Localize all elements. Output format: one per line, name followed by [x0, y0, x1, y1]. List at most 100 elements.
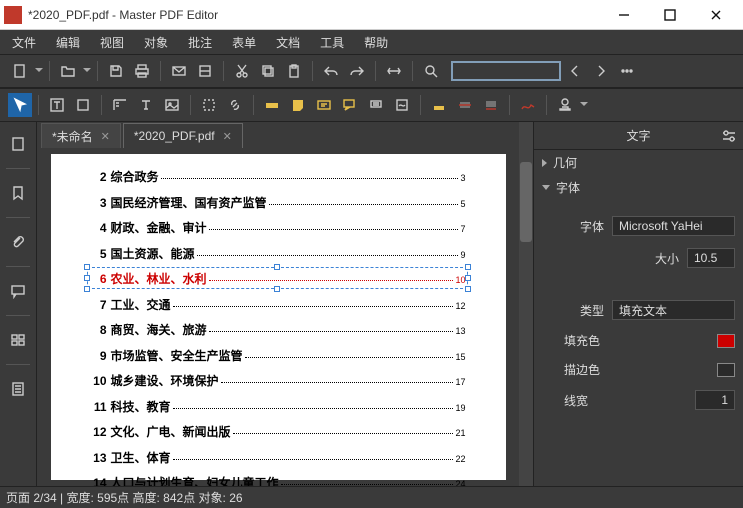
maximize-button[interactable]	[647, 0, 693, 30]
toc-row[interactable]: 8商贸、海关、旅游13	[91, 321, 466, 338]
open-button[interactable]	[56, 59, 80, 83]
resize-handle[interactable]	[84, 286, 90, 292]
toc-row[interactable]: 13卫生、体育22	[91, 449, 466, 466]
size-value[interactable]: 10.5	[687, 248, 735, 268]
dropdown-icon[interactable]	[35, 68, 43, 74]
resize-handle[interactable]	[274, 286, 280, 292]
text-tool[interactable]	[45, 93, 69, 117]
separator	[223, 61, 224, 81]
toc-page: 12	[455, 301, 465, 311]
ink-tool[interactable]	[516, 93, 540, 117]
stamp-dropdown[interactable]	[553, 93, 577, 117]
menubar: 文件 编辑 视图 对象 批注 表单 文档 工具 帮助	[0, 30, 743, 54]
toc-row[interactable]: 9市场监管、安全生产监管15	[91, 347, 466, 364]
fill-color-swatch[interactable]	[717, 334, 735, 348]
search-options-button[interactable]	[615, 59, 639, 83]
new-button[interactable]	[8, 59, 32, 83]
scrollbar-thumb[interactable]	[520, 162, 532, 242]
resize-handle[interactable]	[84, 264, 90, 270]
search-input[interactable]	[451, 61, 561, 81]
close-icon[interactable]: ✕	[101, 130, 110, 143]
underline-tool[interactable]	[479, 93, 503, 117]
menu-document[interactable]: 文档	[266, 32, 310, 53]
attachments-button[interactable]	[4, 228, 32, 256]
minimize-button[interactable]	[601, 0, 647, 30]
dropdown-icon[interactable]	[580, 102, 588, 108]
print-button[interactable]	[130, 59, 154, 83]
textbox-tool[interactable]	[312, 93, 336, 117]
thumbnails-button[interactable]	[4, 130, 32, 158]
resize-handle[interactable]	[465, 264, 471, 270]
resize-handle[interactable]	[465, 275, 471, 281]
resize-handle[interactable]	[465, 286, 471, 292]
comments-button[interactable]	[4, 277, 32, 305]
layers-button[interactable]	[4, 375, 32, 403]
toc-text: 财政、金融、审计	[111, 219, 207, 236]
type-value[interactable]: 填充文本	[612, 300, 735, 320]
toc-row[interactable]: 4财政、金融、审计7	[91, 219, 466, 236]
fit-width-button[interactable]	[382, 59, 406, 83]
paste-button[interactable]	[282, 59, 306, 83]
resize-handle[interactable]	[274, 264, 280, 270]
rect-select-tool[interactable]	[197, 93, 221, 117]
form-tool[interactable]	[108, 93, 132, 117]
dropdown-icon[interactable]	[83, 68, 91, 74]
scan-button[interactable]	[193, 59, 217, 83]
cut-button[interactable]	[230, 59, 254, 83]
fields-button[interactable]	[4, 326, 32, 354]
width-value[interactable]: 1	[695, 390, 735, 410]
toc-row[interactable]: 6农业、林业、水利10	[91, 270, 466, 287]
document-viewport[interactable]: 2综合政务3 3国民经济管理、国有资产监管5 4财政、金融、审计7 5国土资源、能源9…	[37, 148, 519, 486]
menu-edit[interactable]: 编辑	[46, 32, 90, 53]
link-tool[interactable]	[223, 93, 247, 117]
resize-handle[interactable]	[84, 275, 90, 281]
image-tool[interactable]	[160, 93, 184, 117]
menu-object[interactable]: 对象	[134, 32, 178, 53]
edit-tool[interactable]	[71, 93, 95, 117]
toc-row[interactable]: 2综合政务3	[91, 168, 466, 185]
menu-forms[interactable]: 表单	[222, 32, 266, 53]
font-value[interactable]: Microsoft YaHei	[612, 216, 735, 236]
stroke-color-swatch[interactable]	[717, 363, 735, 377]
toc-row[interactable]: 12文化、广电、新闻出版21	[91, 423, 466, 440]
toc-row[interactable]: 7工业、交通12	[91, 296, 466, 313]
save-button[interactable]	[104, 59, 128, 83]
undo-button[interactable]	[319, 59, 343, 83]
close-icon[interactable]: ✕	[223, 130, 232, 143]
section-font[interactable]: 字体	[534, 175, 743, 200]
search-prev-button[interactable]	[563, 59, 587, 83]
section-geometry[interactable]: 几何	[534, 150, 743, 175]
signature-tool[interactable]	[390, 93, 414, 117]
strikethrough-tool[interactable]	[453, 93, 477, 117]
pdf-page[interactable]: 2综合政务3 3国民经济管理、国有资产监管5 4财政、金融、审计7 5国土资源、能源9…	[51, 154, 506, 480]
toc-row[interactable]: 3国民经济管理、国有资产监管5	[91, 194, 466, 211]
menu-annotate[interactable]: 批注	[178, 32, 222, 53]
search-next-button[interactable]	[589, 59, 613, 83]
vertical-scrollbar[interactable]	[519, 122, 533, 486]
toc-row[interactable]: 11科技、教育19	[91, 398, 466, 415]
redo-button[interactable]	[345, 59, 369, 83]
toc-row[interactable]: 10城乡建设、环境保护17	[91, 372, 466, 389]
highlight-tool[interactable]	[260, 93, 284, 117]
panel-settings-icon[interactable]	[721, 128, 737, 144]
menu-help[interactable]: 帮助	[354, 32, 398, 53]
note-tool[interactable]	[286, 93, 310, 117]
callout-tool[interactable]	[338, 93, 362, 117]
menu-tools[interactable]: 工具	[310, 32, 354, 53]
search-icon[interactable]	[419, 59, 443, 83]
highlight-text-tool[interactable]	[427, 93, 451, 117]
bookmarks-button[interactable]	[4, 179, 32, 207]
tab-unnamed[interactable]: *未命名✕	[41, 123, 121, 148]
toc-row[interactable]: 14人口与计划生育、妇女儿童工作24	[91, 474, 466, 486]
copy-button[interactable]	[256, 59, 280, 83]
menu-file[interactable]: 文件	[2, 32, 46, 53]
toc-dots	[173, 306, 454, 307]
close-button[interactable]	[693, 0, 739, 30]
toc-row[interactable]: 5国土资源、能源9	[91, 245, 466, 262]
menu-view[interactable]: 视图	[90, 32, 134, 53]
select-tool[interactable]	[8, 93, 32, 117]
tab-pdf[interactable]: *2020_PDF.pdf✕	[123, 123, 243, 148]
text-field-tool[interactable]	[134, 93, 158, 117]
stamp-tool[interactable]	[364, 93, 388, 117]
mail-button[interactable]	[167, 59, 191, 83]
